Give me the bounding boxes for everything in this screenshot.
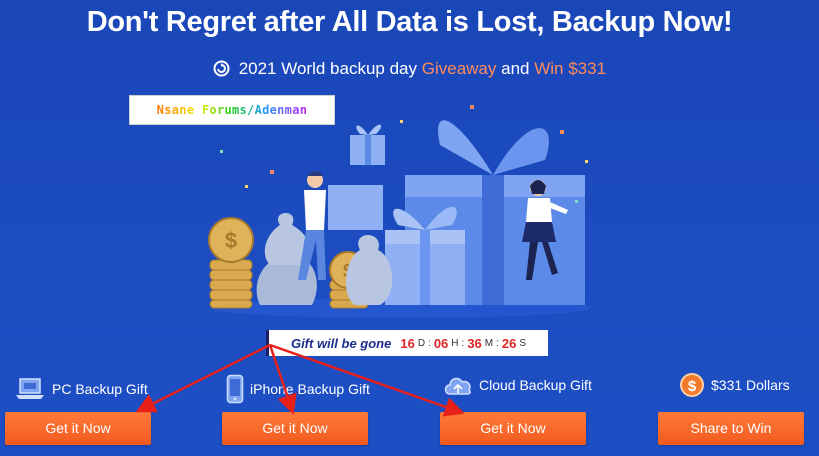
countdown-minutes: 36 [467, 335, 482, 351]
gift-dollars-header: $ $331 Dollars [679, 372, 790, 398]
gift-pc-label: PC Backup Gift [52, 381, 148, 397]
countdown-timer: Gift will be gone 16 D : 06 H : 36 M : 2… [266, 330, 548, 356]
countdown-separator: : [461, 337, 465, 349]
subtitle-giveaway: Giveaway [421, 59, 497, 78]
countdown-minutes-unit: M [484, 337, 494, 349]
refresh-icon [213, 60, 230, 77]
cloud-get-it-now-button[interactable]: Get it Now [440, 412, 586, 445]
gift-iphone-header: iPhone Backup Gift [226, 374, 370, 404]
countdown-seconds-unit: S [519, 337, 527, 349]
gift-cloud-header: Cloud Backup Gift [443, 372, 592, 398]
svg-text:$: $ [688, 378, 697, 395]
gift-dollars-label: $331 Dollars [711, 377, 790, 393]
countdown-days: 16 [400, 335, 415, 351]
cloud-icon [444, 377, 471, 395]
pc-get-it-now-button[interactable]: Get it Now [5, 412, 151, 445]
gift-illustration: $ $ [208, 105, 590, 318]
countdown-days-unit: D [417, 337, 426, 349]
countdown-label: Gift will be gone [290, 335, 392, 351]
page-title: Don't Regret after All Data is Lost, Bac… [86, 6, 733, 38]
gift-cloud-label: Cloud Backup Gift [479, 377, 592, 393]
share-to-win-button[interactable]: Share to Win [658, 412, 804, 445]
subtitle-prefix: 2021 World backup day [238, 59, 417, 78]
subtitle-win: Win $331 [534, 59, 607, 78]
gift-iphone-label: iPhone Backup Gift [250, 381, 370, 397]
laptop-icon [16, 378, 44, 399]
countdown-separator: : [496, 337, 499, 349]
countdown-hours-unit: H [451, 337, 459, 349]
countdown-hours: 06 [433, 335, 449, 351]
countdown-seconds: 26 [501, 335, 517, 351]
dollar-coin-icon: $ [680, 373, 704, 397]
promo-subtitle: 2021 World backup day Giveaway and Win $… [0, 59, 819, 79]
svg-text:$: $ [225, 228, 237, 253]
phone-icon [226, 374, 244, 404]
subtitle-and: and [501, 59, 530, 78]
countdown-separator: : [428, 337, 431, 349]
iphone-get-it-now-button[interactable]: Get it Now [222, 412, 368, 445]
gift-pc-header: PC Backup Gift [14, 376, 148, 402]
